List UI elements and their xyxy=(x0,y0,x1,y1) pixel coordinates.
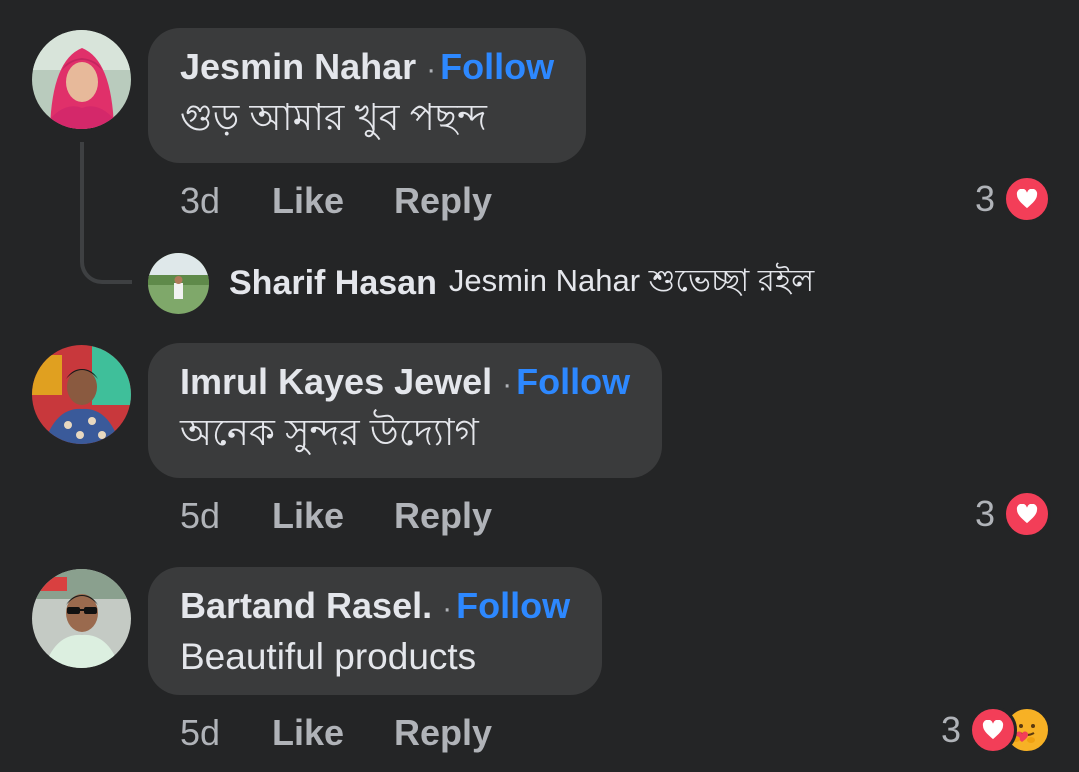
avatar[interactable] xyxy=(148,252,209,314)
comment-actions: 3d Like Reply xyxy=(180,180,492,222)
comment-author[interactable]: Jesmin Nahar xyxy=(180,46,416,87)
reply-author[interactable]: Sharif Hasan xyxy=(229,264,437,303)
follow-button[interactable]: Follow xyxy=(456,585,570,626)
reaction-count: 3 xyxy=(974,178,995,219)
reaction-summary[interactable]: 3 xyxy=(974,490,1051,538)
reaction-count: 3 xyxy=(940,709,961,750)
like-button[interactable]: Like xyxy=(272,712,394,754)
separator-dot: · xyxy=(426,53,437,86)
comment-author[interactable]: Imrul Kayes Jewel xyxy=(180,361,492,402)
heart-icon xyxy=(1003,490,1051,538)
comment-bubble: Bartand Rasel. · Follow Beautiful products xyxy=(148,567,603,695)
reply-item: Sharif Hasan Jesmin Nahar শুভেচ্ছা রইল xyxy=(148,252,814,314)
heart-icon xyxy=(969,706,1017,754)
avatar[interactable] xyxy=(32,30,131,129)
comment-actions: 5d Like Reply xyxy=(180,712,492,754)
comment-bubble: Jesmin Nahar · Follow গুড় আমার খুব পছন্দ xyxy=(148,28,587,163)
reply-button[interactable]: Reply xyxy=(394,495,492,537)
reaction-summary[interactable]: 3 xyxy=(974,175,1051,223)
reaction-count: 3 xyxy=(974,493,995,534)
reply-button[interactable]: Reply xyxy=(394,712,492,754)
avatar[interactable] xyxy=(32,569,131,668)
follow-button[interactable]: Follow xyxy=(516,361,630,402)
comment-text: Beautiful products xyxy=(180,636,477,677)
comment-timestamp[interactable]: 5d xyxy=(180,712,272,754)
reply-text: Jesmin Nahar শুভেচ্ছা রইল xyxy=(448,263,815,298)
like-button[interactable]: Like xyxy=(272,495,394,537)
comment-text: গুড় আমার খুব পছন্দ xyxy=(180,97,487,138)
reaction-summary[interactable]: 3 xyxy=(940,706,1051,754)
comment-bubble: Imrul Kayes Jewel · Follow অনেক সুন্দর উদ্… xyxy=(148,343,663,478)
comment-timestamp[interactable]: 3d xyxy=(180,180,272,222)
comment-text: অনেক সুন্দর উদ্যোগ xyxy=(180,412,479,453)
separator-dot: · xyxy=(442,592,453,625)
separator-dot: · xyxy=(502,368,513,401)
reply-thread-connector xyxy=(80,142,132,284)
comment-actions: 5d Like Reply xyxy=(180,495,492,537)
heart-icon xyxy=(1003,175,1051,223)
comment-timestamp[interactable]: 5d xyxy=(180,495,272,537)
follow-button[interactable]: Follow xyxy=(440,46,554,87)
avatar[interactable] xyxy=(32,345,131,444)
comment-author[interactable]: Bartand Rasel. xyxy=(180,585,432,626)
like-button[interactable]: Like xyxy=(272,180,394,222)
reply-button[interactable]: Reply xyxy=(394,180,492,222)
